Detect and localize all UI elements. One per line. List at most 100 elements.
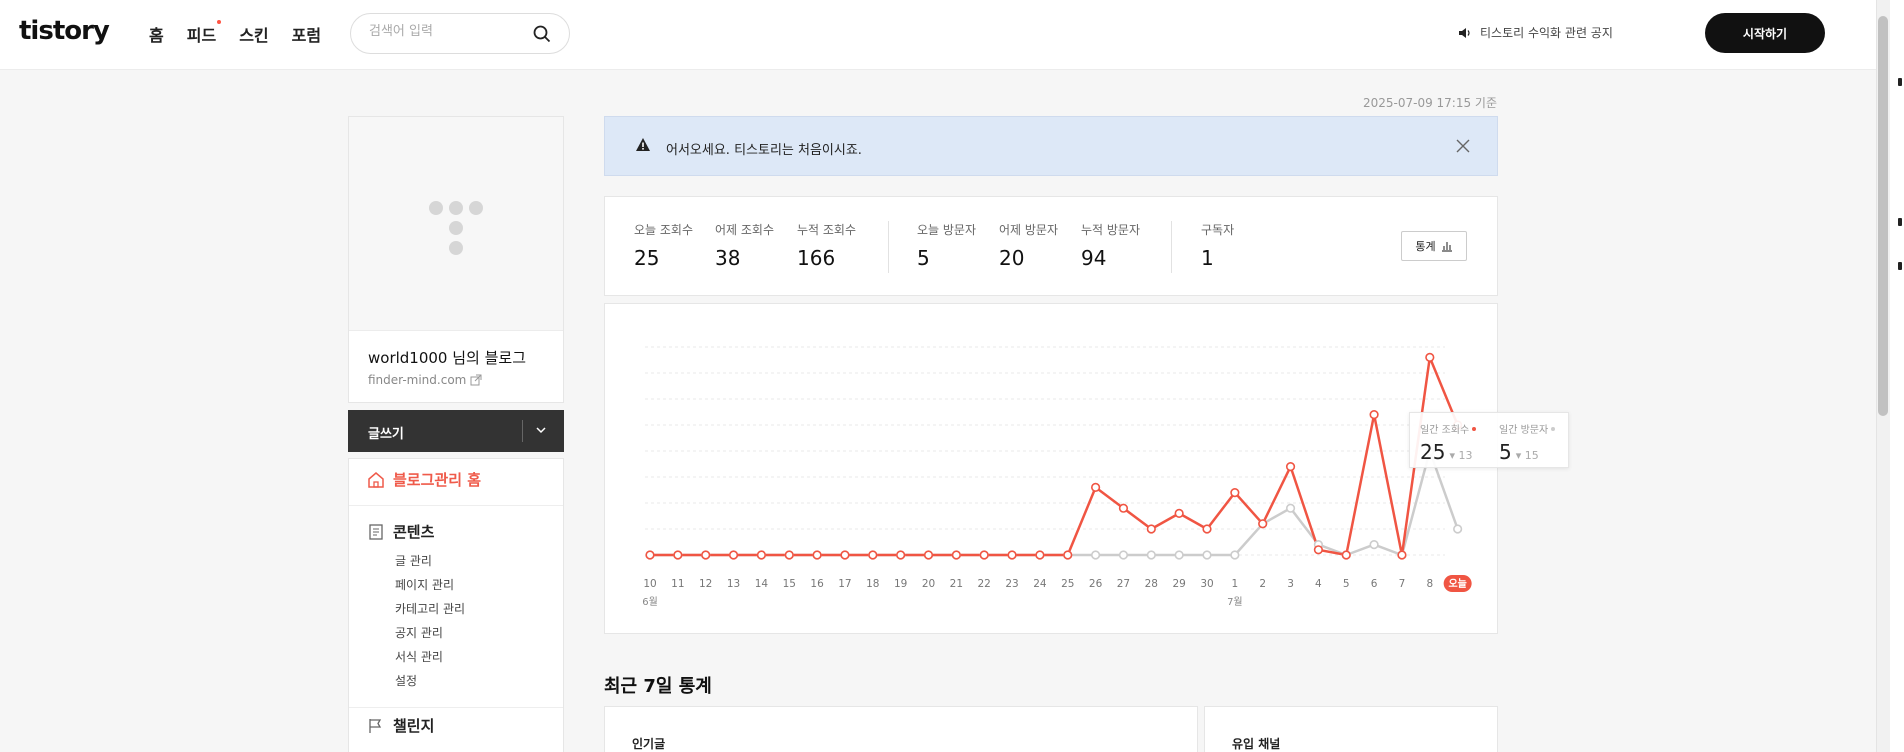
data-point: [1146, 550, 1156, 560]
data-point: [812, 550, 822, 560]
x-tick-label: 30: [1200, 578, 1213, 590]
stat-value: 38: [715, 246, 741, 270]
inflow-channel-card: 유입 채널: [1204, 706, 1498, 752]
chevron-down-icon[interactable]: [534, 422, 548, 441]
bar-chart-icon: [1441, 242, 1452, 252]
blog-url-link[interactable]: finder-mind.com: [368, 373, 482, 387]
x-tick-label: 16: [810, 578, 824, 590]
data-point: [840, 550, 850, 560]
x-tick-label: 3: [1287, 578, 1294, 590]
scrollbar-thumb[interactable]: [1878, 16, 1888, 416]
x-tick-label: 오늘: [1448, 578, 1466, 590]
stat-label: 어제 조회수: [715, 223, 775, 237]
search-box: [350, 13, 570, 54]
stats-button-label: 통계: [1415, 240, 1436, 253]
data-point: [1453, 524, 1463, 534]
tooltip-views-delta: ▾ 13: [1449, 449, 1473, 462]
data-point: [1035, 550, 1045, 560]
x-tick-label: 17: [838, 578, 851, 590]
data-point: [1202, 550, 1212, 560]
start-button[interactable]: 시작하기: [1705, 13, 1825, 53]
data-point: [1230, 550, 1240, 560]
submenu-settings[interactable]: 설정: [395, 669, 465, 693]
data-point: [701, 550, 711, 560]
data-point: [1146, 524, 1156, 534]
edge-mark: [1898, 262, 1902, 270]
data-point: [1397, 550, 1407, 560]
data-point: [728, 550, 739, 560]
month-label: 6월: [642, 596, 658, 608]
popular-posts-title: 인기글: [632, 737, 666, 751]
close-icon[interactable]: [1455, 138, 1471, 158]
x-tick-label: 14: [755, 578, 769, 590]
stat-value: 166: [797, 246, 836, 270]
nav-feed-label: 피드: [186, 26, 217, 45]
submenu-categories[interactable]: 카테고리 관리: [395, 597, 465, 621]
data-point: [1313, 545, 1324, 555]
submenu-templates[interactable]: 서식 관리: [395, 645, 465, 669]
main-nav: 홈 피드 스킨 포럼: [149, 20, 321, 46]
nav-skin[interactable]: 스킨: [239, 22, 268, 46]
x-tick-label: 1: [1232, 578, 1239, 590]
nav-forum[interactable]: 포럼: [292, 22, 321, 46]
recent-7day-title: 최근 7일 통계: [604, 676, 712, 697]
menu-item-contents[interactable]: 콘텐츠: [367, 521, 434, 542]
edge-mark: [1898, 78, 1902, 86]
submenu-pages[interactable]: 페이지 관리: [395, 573, 465, 597]
menu-item-challenge[interactable]: 챌린지: [367, 715, 434, 736]
submenu-notices[interactable]: 공지 관리: [395, 621, 465, 645]
profile-card: world1000 님의 블로그 finder-mind.com: [348, 116, 564, 403]
tistory-t-icon: [429, 201, 483, 255]
x-tick-label: 19: [894, 578, 907, 590]
write-button[interactable]: 글쓰기: [368, 423, 404, 442]
views-delta-number: 13: [1458, 449, 1473, 462]
stat-yesterday-views: 어제 조회수 38: [715, 221, 774, 270]
submenu-posts[interactable]: 글 관리: [395, 549, 465, 573]
nav-feed[interactable]: 피드: [186, 20, 222, 46]
stat-label: 오늘 방문자: [917, 223, 977, 237]
menu-item-home[interactable]: 블로그관리 홈: [367, 469, 481, 490]
stat-today-views: 오늘 조회수 25: [634, 221, 693, 270]
x-tick-label: 21: [950, 578, 963, 590]
data-point: [645, 550, 655, 560]
stat-value: 94: [1081, 246, 1107, 270]
inflow-channel-title: 유입 채널: [1232, 737, 1281, 751]
x-tick-label: 26: [1089, 578, 1103, 590]
menu-challenge-label: 챌린지: [393, 717, 435, 735]
data-point: [1174, 550, 1184, 560]
edge-mark: [1898, 218, 1902, 226]
x-tick-label: 5: [1343, 578, 1350, 590]
stat-today-visitors: 오늘 방문자 5: [917, 221, 976, 270]
window-edge: [1890, 0, 1904, 752]
x-tick-label: 25: [1061, 578, 1074, 590]
tooltip-visitors-value: 5: [1499, 440, 1512, 464]
x-tick-label: 6: [1371, 578, 1378, 590]
stat-divider: [888, 221, 889, 273]
warning-icon: [635, 137, 651, 157]
stat-total-views: 누적 조회수 166: [797, 221, 856, 270]
profile-image[interactable]: [349, 117, 563, 331]
stat-value: 5: [917, 246, 930, 270]
stats-button[interactable]: 통계: [1401, 231, 1467, 261]
external-link-icon: [470, 374, 482, 386]
data-point: [1341, 550, 1351, 560]
tistory-logo[interactable]: tistory: [19, 16, 110, 46]
top-header: tistory 홈 피드 스킨 포럼 티스토리 수익화 관련 공지 시작하기: [0, 0, 1876, 70]
data-point: [1118, 550, 1129, 560]
data-point: [979, 550, 989, 560]
menu-divider: [349, 707, 563, 708]
tooltip-views-label: 일간 조회수: [1420, 425, 1470, 436]
stat-subscribers: 구독자 1: [1201, 221, 1234, 270]
search-input[interactable]: [369, 24, 519, 39]
data-point: [1007, 550, 1017, 560]
nav-home[interactable]: 홈: [149, 22, 164, 46]
tooltip-visitors: 일간 방문자 5 ▾ 15: [1499, 421, 1556, 464]
x-tick-label: 7: [1399, 578, 1406, 590]
search-icon[interactable]: [533, 25, 551, 47]
x-tick-label: 27: [1117, 578, 1130, 590]
blog-name[interactable]: world1000 님의 블로그: [368, 347, 526, 368]
visitors-delta-number: 15: [1524, 449, 1539, 462]
data-point: [896, 550, 906, 560]
popular-posts-card: 인기글: [604, 706, 1198, 752]
notice-link[interactable]: 티스토리 수익화 관련 공지: [1458, 24, 1613, 41]
